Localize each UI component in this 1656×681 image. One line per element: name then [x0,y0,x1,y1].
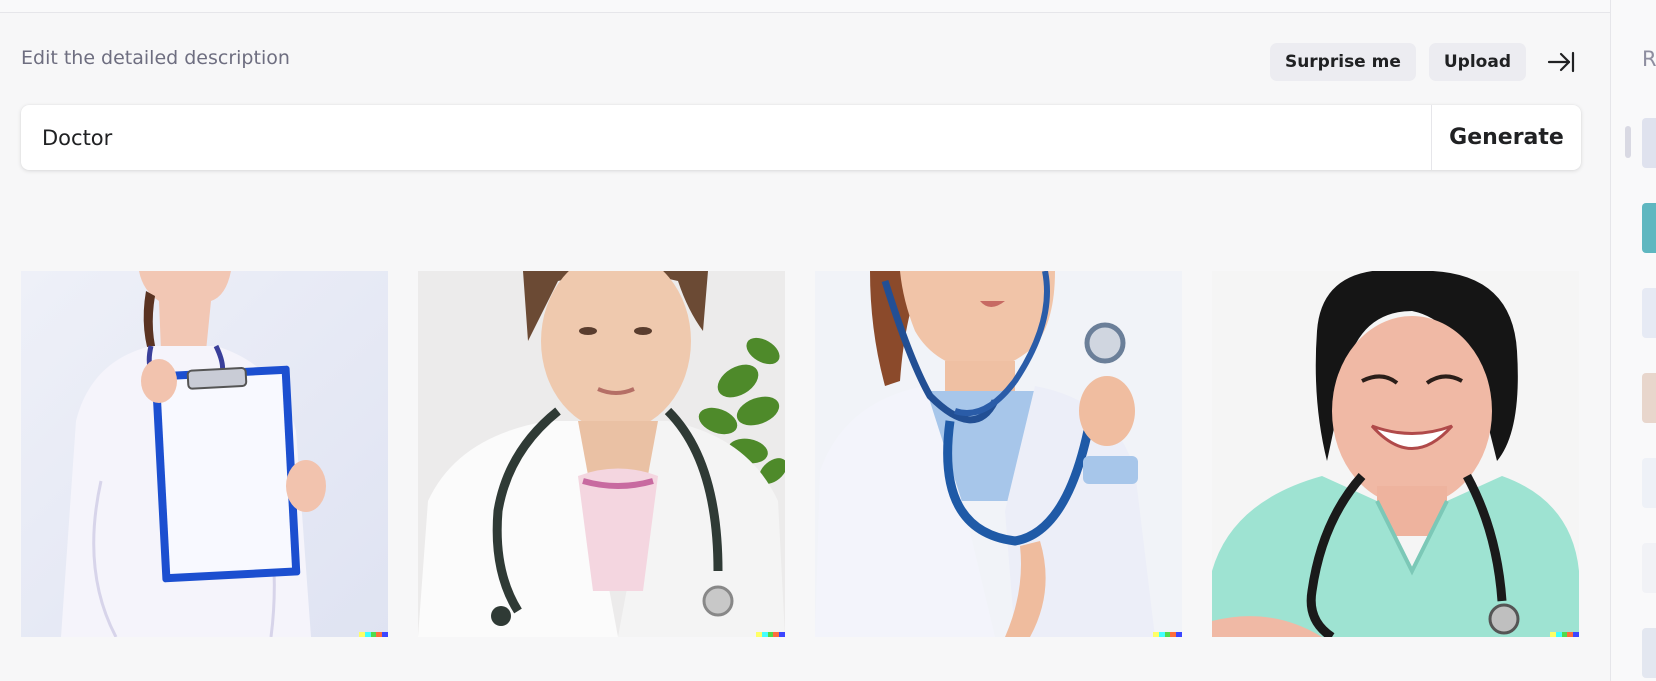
collapse-sidebar-button[interactable] [1541,43,1581,81]
generated-image-2[interactable] [418,271,785,637]
history-thumbnail[interactable] [1642,628,1656,678]
history-thumbnail[interactable] [1642,543,1656,593]
watermark [756,632,785,637]
main-panel: Edit the detailed description Surprise m… [0,0,1610,681]
heading-row: Edit the detailed description Surprise m… [21,43,1581,81]
arrow-right-to-bar-icon [1547,51,1575,73]
generated-image-1[interactable] [21,271,388,637]
history-thumbnail[interactable] [1642,288,1656,338]
sidebar-scrollbar[interactable] [1625,126,1631,158]
upload-button[interactable]: Upload [1428,43,1526,81]
sidebar-title: R [1642,47,1656,71]
generate-button[interactable]: Generate [1431,105,1581,170]
description-label: Edit the detailed description [21,47,290,69]
header-actions: Surprise me Upload [1269,43,1581,81]
prompt-bar: Generate [21,105,1581,170]
surprise-me-button[interactable]: Surprise me [1269,43,1416,81]
watermark [1153,632,1182,637]
history-thumbnail[interactable] [1642,373,1656,423]
prompt-input[interactable] [21,105,1431,170]
history-thumbnail[interactable] [1642,458,1656,508]
generated-image-3[interactable] [815,271,1182,637]
history-thumbnail[interactable] [1642,203,1656,253]
history-thumbnail[interactable] [1642,118,1656,168]
generated-image-4[interactable] [1212,271,1579,637]
watermark [1550,632,1579,637]
history-sidebar: R [1610,0,1656,681]
results-grid [21,271,1581,637]
watermark [359,632,388,637]
